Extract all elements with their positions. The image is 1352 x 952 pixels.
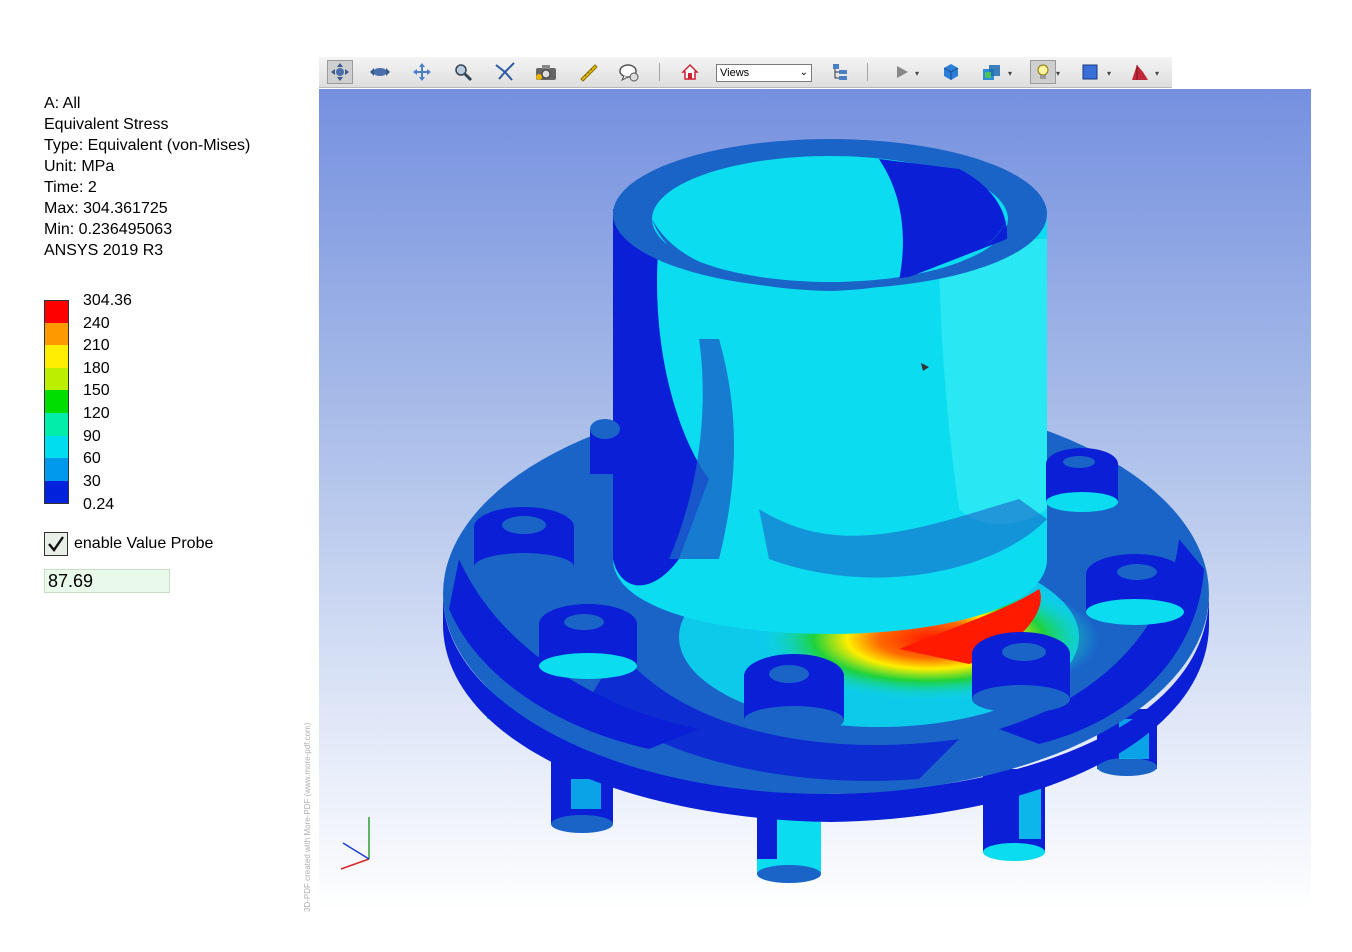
- legend-label: 304.36: [83, 292, 132, 309]
- legend-swatch: [44, 390, 69, 413]
- chevron-down-icon: ⌄: [799, 67, 808, 78]
- legend-label: 0.24: [83, 496, 115, 513]
- legend-swatch: [44, 300, 69, 324]
- views-dropdown[interactable]: Views ⌄: [716, 64, 812, 82]
- rotate-icon[interactable]: [327, 60, 353, 84]
- background-color-dropdown-arrow-icon[interactable]: ▾: [1107, 69, 1111, 78]
- 3d-viewport[interactable]: [319, 89, 1311, 911]
- value-probe-checkbox[interactable]: [44, 532, 68, 556]
- legend-label: 30: [83, 473, 101, 490]
- bolt-head: [474, 507, 574, 581]
- cross-section-dropdown-arrow-icon[interactable]: ▾: [1155, 69, 1159, 78]
- camera-icon[interactable]: [533, 60, 559, 84]
- play-dropdown-arrow-icon[interactable]: ▾: [915, 69, 919, 78]
- lighting-dropdown-arrow-icon[interactable]: ▾: [1056, 69, 1060, 78]
- result-time: Time: 2: [44, 179, 97, 196]
- turn-icon[interactable]: [367, 60, 393, 84]
- measure-icon[interactable]: [575, 60, 601, 84]
- legend-swatch: [44, 480, 69, 505]
- result-min: Min: 0.236495063: [44, 221, 173, 238]
- render-style-icon[interactable]: [979, 60, 1005, 84]
- legend-label: 180: [83, 360, 110, 377]
- result-unit: Unit: MPa: [44, 158, 115, 175]
- model-tree-icon[interactable]: [827, 60, 853, 84]
- probe-value-field[interactable]: 87.69: [44, 569, 170, 593]
- bolt-head: [590, 419, 620, 474]
- axis-triad-icon: [340, 817, 370, 870]
- flange-model: [340, 139, 1209, 883]
- legend-label: 60: [83, 450, 101, 467]
- value-probe-toggle[interactable]: enable Value Probe: [44, 532, 213, 556]
- legend-label: 210: [83, 337, 110, 354]
- result-title: Equivalent Stress: [44, 116, 169, 133]
- legend-swatch: [44, 413, 69, 436]
- legend-swatch: [44, 345, 69, 368]
- legend-label: 150: [83, 382, 110, 399]
- legend-swatch: [44, 435, 69, 459]
- bolt-head: [744, 654, 844, 734]
- result-software: ANSYS 2019 R3: [44, 242, 164, 259]
- lighting-icon[interactable]: [1030, 60, 1056, 84]
- render-style-dropdown-arrow-icon[interactable]: ▾: [1008, 69, 1012, 78]
- pan-icon[interactable]: [409, 60, 435, 84]
- result-info-panel: A: All Equivalent Stress Type: Equivalen…: [44, 93, 250, 261]
- result-max: Max: 304.361725: [44, 200, 168, 217]
- play-icon[interactable]: [889, 60, 915, 84]
- bolt-head: [539, 604, 637, 679]
- bolt-head: [972, 632, 1070, 713]
- views-dropdown-value: Views: [720, 67, 750, 79]
- legend-label: 90: [83, 428, 101, 445]
- result-type: Type: Equivalent (von-Mises): [44, 137, 251, 154]
- bolt-head: [1086, 554, 1184, 625]
- background-color-icon[interactable]: [1077, 60, 1103, 84]
- comment-icon[interactable]: [616, 60, 642, 84]
- result-scope: A: All: [44, 95, 81, 112]
- home-icon[interactable]: [677, 60, 703, 84]
- checkmark-icon: [48, 536, 64, 552]
- bolt-head: [1046, 448, 1118, 512]
- 3d-toolbar: Views ⌄ ▾ ▾ ▾ ▾ ▾: [319, 57, 1172, 88]
- legend-swatch: [44, 322, 69, 346]
- legend-label: 120: [83, 405, 110, 422]
- zoom-icon[interactable]: [450, 60, 476, 84]
- watermark-text: 3D-PDF created with More-PDF (www.more-p…: [303, 722, 312, 912]
- value-probe-label: enable Value Probe: [74, 535, 214, 552]
- render-mode-icon[interactable]: [938, 60, 964, 84]
- legend-swatch: [44, 367, 69, 391]
- fly-icon[interactable]: [492, 60, 518, 84]
- cross-section-icon[interactable]: [1127, 60, 1153, 84]
- legend-label: 240: [83, 315, 110, 332]
- legend-swatch: [44, 458, 69, 481]
